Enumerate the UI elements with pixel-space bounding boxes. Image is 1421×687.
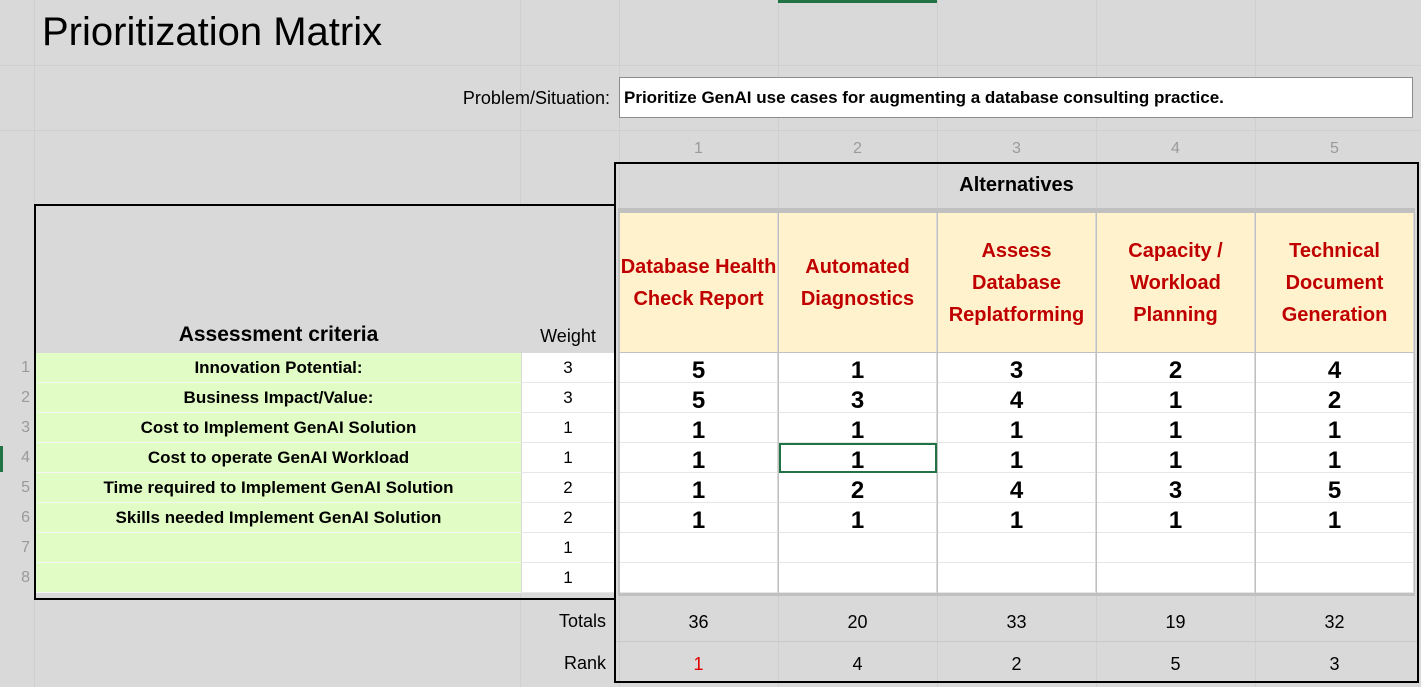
row-number: 7	[21, 539, 30, 556]
criteria-cell[interactable]: Business Impact/Value:	[36, 383, 521, 413]
criteria-cell[interactable]: Innovation Potential:	[36, 353, 521, 383]
totals-label: Totals	[558, 611, 606, 631]
rank-cell[interactable]: 2	[937, 654, 1096, 675]
score-cell[interactable]	[1256, 533, 1414, 563]
score-cell[interactable]	[1256, 563, 1414, 593]
score-cell[interactable]: 2	[1097, 353, 1255, 384]
criteria-cell[interactable]: Time required to Implement GenAI Solutio…	[36, 473, 521, 503]
score-cell[interactable]: 1	[1097, 413, 1255, 444]
row-number: 8	[21, 569, 30, 586]
rank-cell[interactable]: 3	[1255, 654, 1414, 675]
score-cell[interactable]: 1	[779, 353, 937, 384]
score-cell[interactable]	[620, 563, 778, 593]
problem-label: Problem/Situation:	[462, 88, 610, 108]
alternatives-header: Alternatives	[959, 174, 1074, 196]
score-cell[interactable]: 5	[620, 383, 778, 414]
total-cell[interactable]: 20	[778, 612, 937, 633]
total-cell[interactable]: 19	[1096, 612, 1255, 633]
row-number: 2	[21, 389, 30, 406]
total-cell[interactable]: 32	[1255, 612, 1414, 633]
alternative-header-cell[interactable]: Database Health Check Report	[620, 213, 778, 352]
score-cell[interactable]	[1097, 533, 1255, 563]
score-cell[interactable]: 1	[1097, 443, 1255, 474]
score-cell[interactable]: 1	[620, 473, 778, 504]
score-cell[interactable]: 5	[620, 353, 778, 384]
column-number: 1	[694, 140, 703, 157]
score-cell[interactable]: 1	[620, 443, 778, 474]
score-cell[interactable]	[1097, 563, 1255, 593]
total-cell[interactable]: 33	[937, 612, 1096, 633]
score-cell[interactable]: 3	[938, 353, 1096, 384]
alternative-header-cell[interactable]: Automated Diagnostics	[779, 213, 937, 352]
score-cell[interactable]	[620, 533, 778, 563]
score-cell[interactable]: 1	[1256, 503, 1414, 534]
active-column-indicator	[778, 0, 937, 3]
row-number: 5	[21, 479, 30, 496]
rank-label: Rank	[563, 653, 606, 673]
column-number: 5	[1330, 140, 1339, 157]
score-cell[interactable]: 3	[1097, 473, 1255, 504]
score-cell[interactable]: 2	[779, 473, 937, 504]
problem-text: Prioritize GenAI use cases for augmentin…	[624, 88, 1224, 107]
score-cell[interactable]: 1	[779, 503, 937, 534]
score-cell[interactable]	[779, 533, 937, 563]
rank-cell[interactable]: 5	[1096, 654, 1255, 675]
weight-cell[interactable]: 2	[521, 503, 614, 533]
score-cell[interactable]: 5	[1256, 473, 1414, 504]
score-cell[interactable]: 1	[1256, 443, 1414, 474]
score-cell[interactable]: 1	[620, 503, 778, 534]
score-cell[interactable]: 1	[938, 503, 1096, 534]
row-number: 6	[21, 509, 30, 526]
score-cell[interactable]	[938, 563, 1096, 593]
row-number: 4	[21, 449, 30, 466]
alternative-header-cell[interactable]: Technical Document Generation	[1256, 213, 1414, 352]
column-number: 2	[853, 140, 862, 157]
weight-cell[interactable]: 1	[521, 443, 614, 473]
rank-cell-top[interactable]: 1	[619, 654, 778, 675]
score-cell[interactable]: 1	[779, 413, 937, 444]
weight-cell[interactable]: 1	[521, 533, 614, 563]
score-cell[interactable]: 3	[779, 383, 937, 414]
weight-cell[interactable]: 1	[521, 563, 614, 593]
weight-cell[interactable]: 3	[521, 383, 614, 413]
criteria-cell[interactable]: Cost to operate GenAI Workload	[36, 443, 521, 473]
score-cell[interactable]: 2	[1256, 383, 1414, 414]
score-cell[interactable]: 1	[938, 413, 1096, 444]
score-cell[interactable]: 1	[620, 413, 778, 444]
score-cell[interactable]: 4	[938, 383, 1096, 414]
weight-header: Weight	[540, 326, 596, 346]
score-cell[interactable]: 1	[938, 443, 1096, 474]
row-number: 1	[21, 359, 30, 376]
column-number: 4	[1171, 140, 1180, 157]
score-cell[interactable]: 1	[1097, 383, 1255, 414]
score-cell[interactable]: 1	[1256, 413, 1414, 444]
page-title: Prioritization Matrix	[42, 10, 383, 54]
score-cell[interactable]: 4	[938, 473, 1096, 504]
score-cell[interactable]: 1	[1097, 503, 1255, 534]
rank-cell[interactable]: 4	[778, 654, 937, 675]
totals-rank-divider	[616, 641, 1417, 642]
score-cell[interactable]	[779, 563, 937, 593]
total-cell[interactable]: 36	[619, 612, 778, 633]
criteria-cell[interactable]: Cost to Implement GenAI Solution	[36, 413, 521, 443]
criteria-cell[interactable]: Skills needed Implement GenAI Solution	[36, 503, 521, 533]
weight-cell[interactable]: 3	[521, 353, 614, 383]
score-cell[interactable]	[938, 533, 1096, 563]
alternative-header-cell[interactable]: Assess Database Replatforming	[938, 213, 1096, 352]
criteria-cell[interactable]	[36, 533, 521, 563]
alternative-header-cell[interactable]: Capacity / Workload Planning	[1097, 213, 1255, 352]
column-number: 3	[1012, 140, 1021, 157]
criteria-cell[interactable]	[36, 563, 521, 593]
score-cell[interactable]: 4	[1256, 353, 1414, 384]
assessment-criteria-header: Assessment criteria	[178, 323, 379, 346]
weight-cell[interactable]: 1	[521, 413, 614, 443]
weight-cell[interactable]: 2	[521, 473, 614, 503]
selected-score-cell[interactable]: 1	[779, 443, 937, 474]
row-number: 3	[21, 419, 30, 436]
